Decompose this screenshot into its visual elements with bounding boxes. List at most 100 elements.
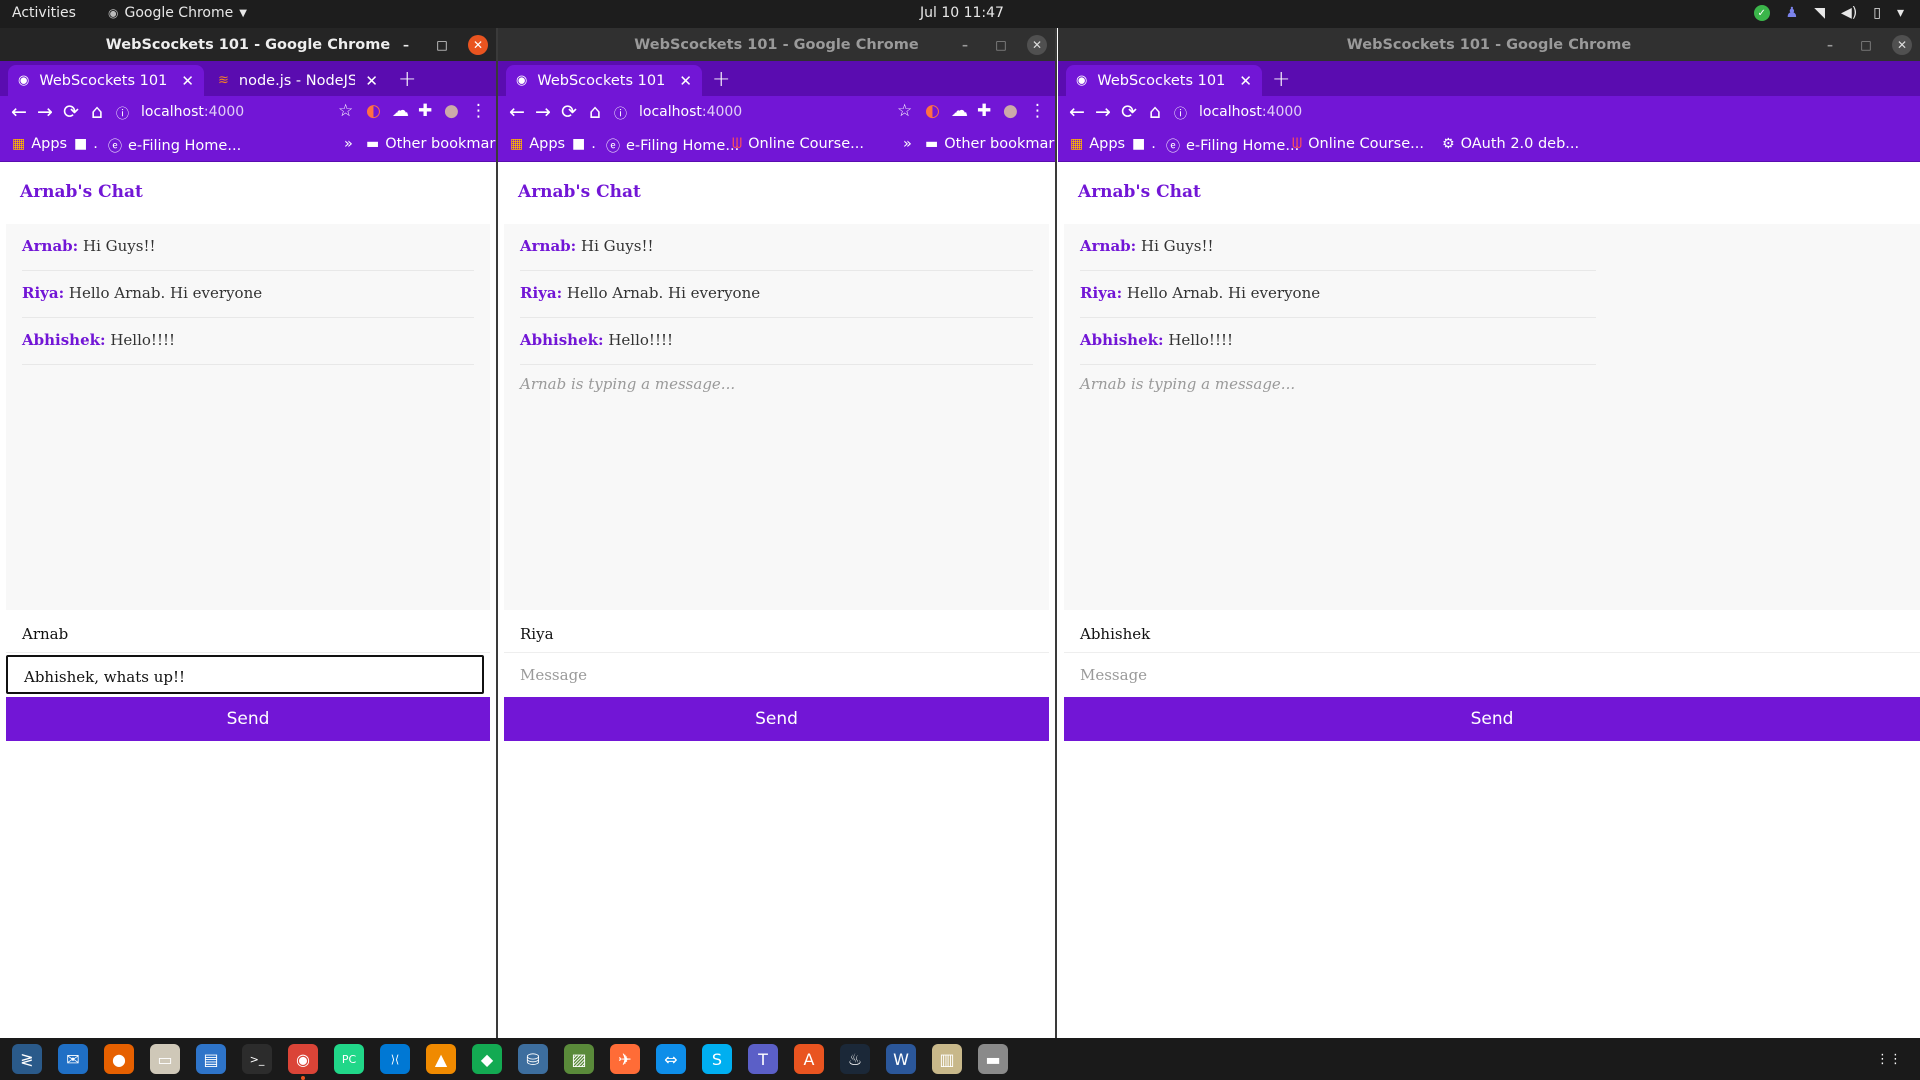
pycharm-icon[interactable]: PC	[334, 1044, 364, 1074]
reload-icon[interactable]: ⟳	[1118, 101, 1140, 123]
tab-close-icon[interactable]: ✕	[1239, 72, 1252, 90]
bookmark-item[interactable]: ▦ Apps	[1070, 136, 1125, 152]
menu-kebab-icon[interactable]: ⋮	[1029, 101, 1046, 121]
software-center-icon[interactable]: A	[794, 1044, 824, 1074]
extensions-puzzle-icon[interactable]: ✚	[977, 101, 991, 121]
other-bookmarks[interactable]: ▬ Other bookmarks	[366, 136, 496, 152]
update-icon[interactable]: ✓	[1753, 5, 1770, 21]
clock[interactable]: Jul 10 11:47	[920, 5, 1004, 21]
window-title-bar[interactable]: WebScockets 101 - Google Chrome – □ ✕	[1058, 28, 1920, 61]
address-bar[interactable]: ⓘ localhost:4000	[116, 98, 244, 126]
firefox-icon[interactable]: ●	[104, 1044, 134, 1074]
extension-cloud-icon[interactable]: ☁	[392, 101, 409, 121]
minimize-icon[interactable]: –	[396, 35, 416, 55]
teamviewer-icon[interactable]: ⇔	[656, 1044, 686, 1074]
reload-icon[interactable]: ⟳	[558, 101, 580, 123]
wifi-icon[interactable]: ◥	[1814, 5, 1825, 21]
profile-avatar[interactable]: ●	[444, 101, 459, 121]
back-arrow-icon[interactable]: ←	[1066, 101, 1088, 123]
name-input[interactable]: Riya	[504, 614, 1049, 653]
menu-kebab-icon[interactable]: ⋮	[470, 101, 487, 121]
battery-icon[interactable]: ▯	[1873, 5, 1881, 21]
tab-close-icon[interactable]: ✕	[181, 72, 194, 90]
maximize-icon[interactable]: □	[991, 35, 1011, 55]
drive-icon[interactable]: ▬	[978, 1044, 1008, 1074]
extension-red-icon[interactable]: ◐	[925, 101, 940, 121]
word-icon[interactable]: W	[886, 1044, 916, 1074]
mongodb-compass-icon[interactable]: ◆	[472, 1044, 502, 1074]
new-tab-icon[interactable]: +	[1272, 67, 1290, 92]
browser-tab[interactable]: ◉ WebScockets 101 ✕	[8, 65, 204, 96]
bookmark-item[interactable]: ⓔ e-Filing Home...	[108, 136, 241, 156]
back-arrow-icon[interactable]: ←	[8, 101, 30, 123]
thunderbird-icon[interactable]: ✉	[58, 1044, 88, 1074]
image-viewer-icon[interactable]: ▨	[564, 1044, 594, 1074]
libreoffice-writer-icon[interactable]: ▤	[196, 1044, 226, 1074]
send-button[interactable]: Send	[6, 697, 490, 741]
maximize-icon[interactable]: □	[1856, 35, 1876, 55]
address-bar[interactable]: ⓘ localhost:4000	[1174, 98, 1302, 126]
power-menu-icon[interactable]: ▾	[1897, 5, 1904, 21]
tab-close-icon[interactable]: ✕	[679, 72, 692, 90]
window-title-bar[interactable]: WebScockets 101 - Google Chrome – □ ✕	[498, 28, 1055, 61]
name-input[interactable]: Arnab	[6, 614, 490, 653]
show-applications-icon[interactable]: ⋮⋮	[1874, 1044, 1904, 1074]
close-window-icon[interactable]: ✕	[468, 35, 488, 55]
home-icon[interactable]: ⌂	[86, 101, 108, 123]
skype-icon[interactable]: S	[702, 1044, 732, 1074]
steam-icon[interactable]: ♨	[840, 1044, 870, 1074]
bookmark-item[interactable]: ⚙ OAuth 2.0 deb...	[1442, 136, 1579, 152]
send-button[interactable]: Send	[504, 697, 1049, 741]
mysql-workbench-icon[interactable]: ⛁	[518, 1044, 548, 1074]
message-input[interactable]: Message	[504, 655, 1049, 694]
postman-icon[interactable]: ✈	[610, 1044, 640, 1074]
info-icon[interactable]: ⓘ	[116, 103, 129, 122]
bookmark-item[interactable]: ▦ Apps	[510, 136, 565, 152]
teams-tray-icon[interactable]: ♟	[1786, 5, 1799, 21]
bookmark-item[interactable]: ᗯ Online Course...	[1292, 136, 1424, 152]
star-icon[interactable]: ☆	[338, 101, 353, 121]
bookmark-item[interactable]: ⓔ e-Filing Home...	[606, 136, 739, 156]
bookmark-item[interactable]: ■.	[572, 136, 596, 152]
bookmarks-overflow-chevron[interactable]: »	[903, 136, 912, 152]
system-tray[interactable]: ✓ ♟ ◥ ◀) ▯ ▾	[1753, 5, 1904, 21]
home-icon[interactable]: ⌂	[1144, 101, 1166, 123]
bookmark-item[interactable]: ⓔ e-Filing Home...	[1166, 136, 1299, 156]
new-tab-icon[interactable]: +	[712, 67, 730, 92]
window-title-bar[interactable]: WebScockets 101 - Google Chrome – □ ✕	[0, 28, 496, 61]
info-icon[interactable]: ⓘ	[1174, 103, 1187, 122]
bookmark-item[interactable]: ᗯ Online Course...	[732, 136, 864, 152]
forward-arrow-icon[interactable]: →	[532, 101, 554, 123]
home-icon[interactable]: ⌂	[584, 101, 606, 123]
archive-icon[interactable]: ▥	[932, 1044, 962, 1074]
close-window-icon[interactable]: ✕	[1027, 35, 1047, 55]
files-icon[interactable]: ▭	[150, 1044, 180, 1074]
tab-close-icon[interactable]: ✕	[365, 72, 378, 90]
browser-tab[interactable]: ◉ WebScockets 101 ✕	[506, 65, 702, 96]
message-input[interactable]: Abhishek, whats up!!	[6, 655, 484, 694]
app-menu[interactable]: ◉ Google Chrome ▼	[108, 5, 247, 21]
teams-icon[interactable]: T	[748, 1044, 778, 1074]
info-icon[interactable]: ⓘ	[614, 103, 627, 122]
bookmarks-overflow-chevron[interactable]: »	[344, 136, 353, 152]
browser-tab[interactable]: ◉ WebScockets 101 ✕	[1066, 65, 1262, 96]
other-bookmarks[interactable]: ▬ Other bookmarks	[925, 136, 1055, 152]
minimize-icon[interactable]: –	[1820, 35, 1840, 55]
send-button[interactable]: Send	[1064, 697, 1920, 741]
forward-arrow-icon[interactable]: →	[34, 101, 56, 123]
terminal-icon[interactable]: >_	[242, 1044, 272, 1074]
back-arrow-icon[interactable]: ←	[506, 101, 528, 123]
bookmark-item[interactable]: ■.	[1132, 136, 1156, 152]
extension-cloud-icon[interactable]: ☁	[951, 101, 968, 121]
extensions-puzzle-icon[interactable]: ✚	[418, 101, 432, 121]
code-editor-icon[interactable]: ≷	[12, 1044, 42, 1074]
vscode-icon[interactable]: ⟩⟨	[380, 1044, 410, 1074]
profile-avatar[interactable]: ●	[1003, 101, 1018, 121]
vlc-icon[interactable]: ▲	[426, 1044, 456, 1074]
bookmark-item[interactable]: ▦ Apps	[12, 136, 67, 152]
close-window-icon[interactable]: ✕	[1892, 35, 1912, 55]
name-input[interactable]: Abhishek	[1064, 614, 1920, 653]
volume-icon[interactable]: ◀)	[1841, 5, 1857, 21]
message-input[interactable]: Message	[1064, 655, 1920, 694]
bookmark-item[interactable]: ■.	[74, 136, 98, 152]
